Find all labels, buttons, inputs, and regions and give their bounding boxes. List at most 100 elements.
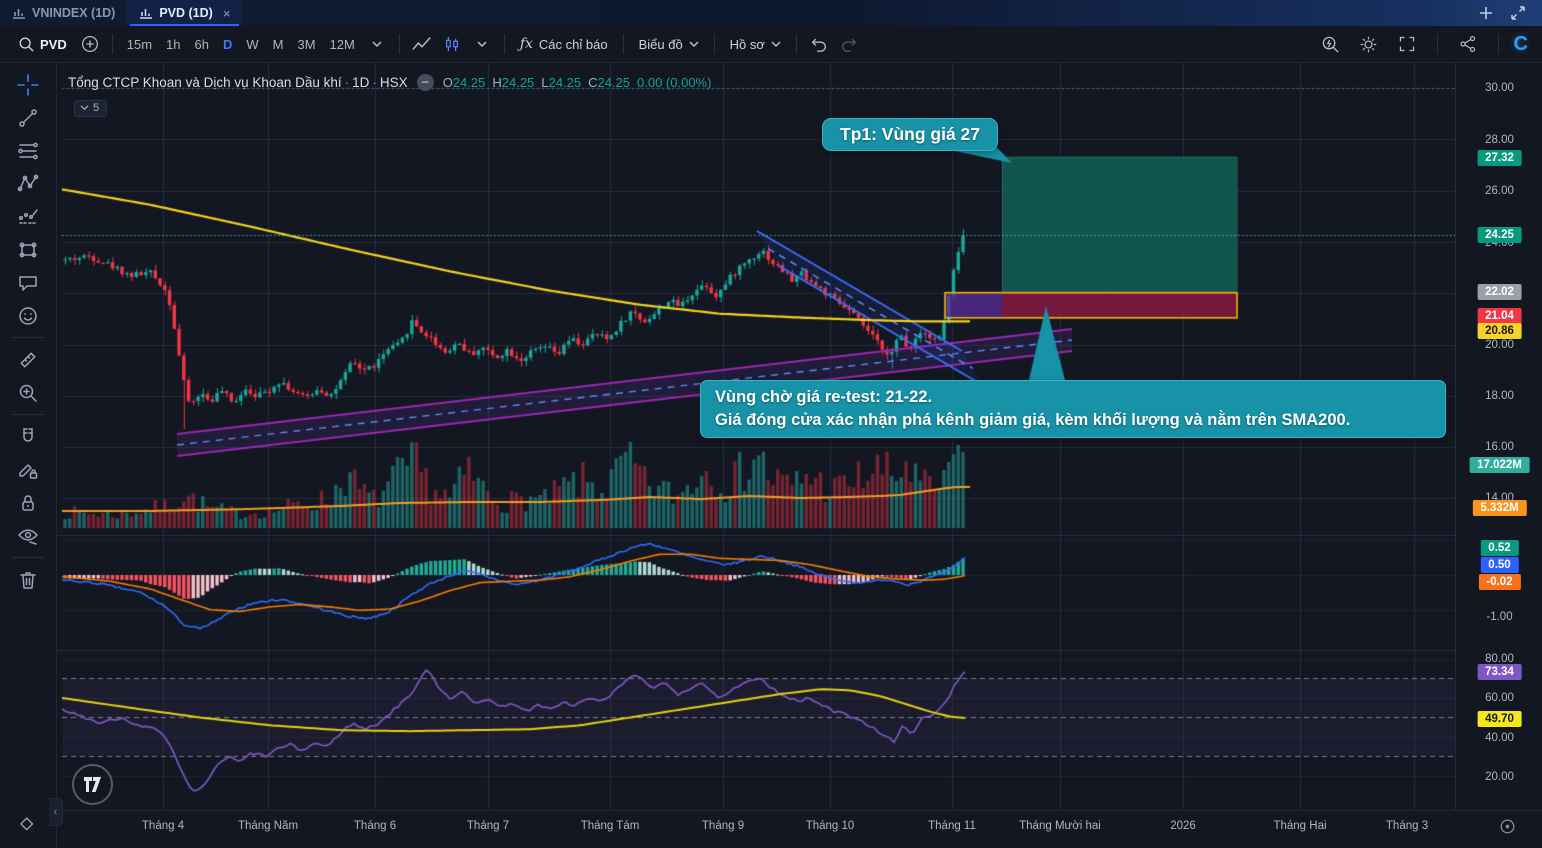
redo-button[interactable]: [834, 30, 864, 58]
trend-line-icon: [19, 108, 37, 127]
time-tick: Tháng 7: [466, 820, 510, 832]
pencil-lock-tool[interactable]: [9, 453, 47, 486]
price-badge: 5.332M: [1472, 500, 1527, 516]
price-tick: 28.00: [1485, 134, 1514, 146]
callout-tool[interactable]: [9, 266, 47, 299]
fib-retracement-tool[interactable]: [9, 134, 47, 167]
tradingview-logo[interactable]: [72, 764, 113, 805]
symbol-search-button[interactable]: PVD: [10, 32, 75, 56]
callout-icon: [19, 275, 37, 291]
lock-all-tool[interactable]: [9, 486, 47, 519]
trash-icon: [20, 571, 36, 589]
rectangle-tool[interactable]: [9, 233, 47, 266]
sidebar-collapse-handle[interactable]: ‹: [49, 798, 63, 826]
legend-minimize-button[interactable]: –: [416, 74, 434, 91]
profile-button[interactable]: Hồ sơ: [722, 33, 789, 56]
tabbar-actions: [1478, 0, 1542, 26]
trash-tool[interactable]: [9, 563, 47, 596]
magnet-tool[interactable]: [9, 420, 47, 453]
toolbar-divider: [713, 34, 715, 54]
line-chart-icon: [412, 37, 431, 50]
symbol-legend: Tổng CTCP Khoan và Dịch vụ Khoan Dầu khí…: [68, 74, 711, 91]
timeframe-d[interactable]: D: [216, 33, 239, 56]
timeframe-m[interactable]: M: [266, 33, 291, 56]
price-badge: 17.022M: [1469, 457, 1530, 473]
indicators-button[interactable]: ƒx Các chỉ báo: [512, 32, 616, 56]
trend-line-tool[interactable]: [9, 101, 47, 134]
time-tick: Tháng 9: [701, 820, 745, 832]
sidebar-divider: [12, 337, 44, 338]
ruler-tool[interactable]: [9, 343, 47, 376]
toolbar-divider: [1436, 34, 1438, 54]
hide-drawings-icon: [18, 528, 38, 545]
price-badge: 0.52: [1480, 540, 1519, 556]
chevron-down-icon: [689, 40, 699, 47]
chart-type-button[interactable]: [437, 30, 467, 58]
timeframe-15m[interactable]: 15m: [120, 33, 159, 56]
undo-icon: [811, 38, 826, 52]
pane-separator[interactable]: [56, 650, 1455, 651]
chart-type-menu-button[interactable]: [467, 30, 497, 58]
price-badge: 73.34: [1477, 664, 1522, 680]
timeframe-12m[interactable]: 12M: [323, 33, 362, 56]
tab-vnindex[interactable]: VNINDEX (1D): [0, 0, 127, 26]
collapsed-indicators-chip[interactable]: 5: [74, 100, 108, 117]
quick-search-button[interactable]: [1316, 30, 1346, 58]
time-scale[interactable]: Tháng 4 Tháng Năm Tháng 6 Tháng 7 Tháng Tám T…: [56, 810, 1542, 848]
expand-icon[interactable]: [1510, 5, 1526, 21]
price-badge: 24.25: [1477, 227, 1522, 243]
emoji-icon: [19, 306, 37, 325]
emoji-tool[interactable]: [9, 299, 47, 332]
price-tick: 60.00: [1485, 692, 1514, 704]
timeframe-1h[interactable]: 1h: [159, 33, 187, 56]
price-badge: 20.86: [1477, 323, 1522, 339]
price-scale[interactable]: 30.0028.0026.0024.0022.0020.0018.0016.00…: [1455, 62, 1542, 810]
add-tab-icon[interactable]: [1478, 5, 1494, 21]
price-tick: 26.00: [1485, 185, 1514, 197]
price-tick: 20.00: [1485, 339, 1514, 351]
fullscreen-button[interactable]: [1392, 30, 1422, 58]
settings-button[interactable]: [1354, 30, 1384, 58]
share-button[interactable]: [1453, 30, 1483, 58]
gear-icon: [1360, 36, 1377, 52]
toolbar-divider: [398, 34, 400, 54]
toolbar-divider: [503, 34, 505, 54]
tv-logo-icon: [84, 777, 101, 792]
crosshair-tool[interactable]: [9, 68, 47, 101]
zoom-in-tool[interactable]: [9, 376, 47, 409]
forecast-tool[interactable]: [9, 200, 47, 233]
zoom-in-icon: [19, 384, 37, 402]
timeframe-6h[interactable]: 6h: [188, 33, 216, 56]
timeframe-3m[interactable]: 3M: [290, 33, 322, 56]
undo-button[interactable]: [804, 30, 834, 58]
ruler-icon: [20, 352, 36, 367]
price-badge: 49.70: [1477, 711, 1522, 727]
time-tick: Tháng 11: [928, 820, 976, 832]
close-tab-icon[interactable]: ×: [223, 6, 231, 21]
pane-separator[interactable]: [56, 535, 1455, 536]
xabcd-pattern-tool[interactable]: [9, 167, 47, 200]
layout-button[interactable]: Biểu đồ: [631, 33, 707, 56]
time-tick: 2026: [1170, 820, 1196, 832]
broker-logo[interactable]: C: [1514, 33, 1532, 56]
tab-pvd[interactable]: PVD (1D) ×: [127, 0, 243, 26]
symbol-title[interactable]: Tổng CTCP Khoan và Dịch vụ Khoan Dầu khí…: [68, 75, 408, 90]
change-value: 0.00 (0.00%): [637, 75, 712, 90]
callout-tp1[interactable]: Tp1: Vùng giá 27: [822, 118, 999, 151]
rectangle-icon: [19, 242, 37, 257]
object-tree-button[interactable]: [18, 817, 38, 842]
toolbar-divider: [111, 34, 113, 54]
timeframe-menu-button[interactable]: [362, 30, 392, 58]
symbol-label: PVD: [40, 36, 67, 52]
price-tick: 20.00: [1485, 771, 1514, 783]
axis-settings-button[interactable]: [1499, 818, 1516, 840]
timeframe-w[interactable]: W: [239, 33, 265, 56]
line-style-button[interactable]: [407, 30, 437, 58]
chart-tab-icon: [140, 9, 153, 19]
price-badge: -0.02: [1478, 574, 1521, 590]
compare-button[interactable]: [75, 30, 105, 58]
hide-drawings-tool[interactable]: [9, 519, 47, 552]
pencil-lock-icon: [19, 463, 38, 479]
callout-retest[interactable]: Vùng chờ giá re-test: 21-22. Giá đóng cử…: [700, 380, 1446, 438]
price-tick: -1.00: [1486, 611, 1513, 623]
